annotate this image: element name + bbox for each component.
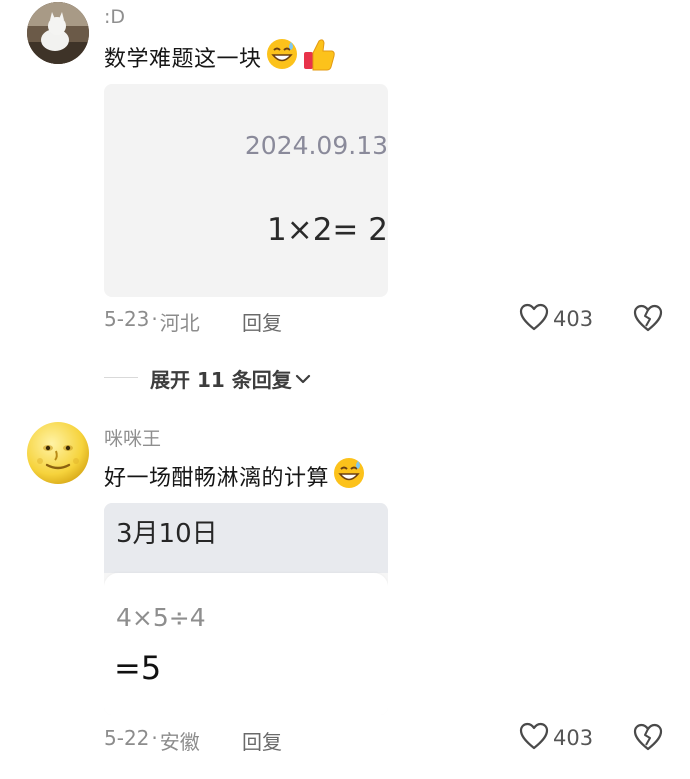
cat-avatar-image: [27, 2, 89, 64]
expand-divider: [104, 377, 138, 378]
reply-button[interactable]: 回复: [242, 307, 282, 336]
meta-separator: ·: [151, 726, 158, 750]
comment-location: 安徽: [159, 730, 200, 754]
image-body: 4×5÷4 =5: [104, 573, 388, 715]
comment-location: 河北: [159, 311, 200, 335]
image-result-text: =5: [114, 649, 162, 687]
comment-date: 5-22: [104, 726, 150, 750]
like-count: 403: [553, 307, 594, 331]
comment-username[interactable]: :D: [104, 6, 125, 28]
dislike-button[interactable]: [633, 722, 663, 756]
moon-face-avatar-image: [27, 422, 89, 484]
image-expression-text: 4×5÷4: [116, 603, 206, 632]
thumbs-up-icon: [302, 36, 336, 78]
image-equation-text: 1×2= 2: [267, 212, 388, 248]
comment-meta: 5-22 · 安徽: [104, 726, 200, 755]
image-header: 3月10日: [104, 503, 388, 573]
heart-icon: [519, 722, 549, 754]
broken-heart-icon: [633, 723, 663, 756]
expand-replies-label: 展开 11 条回复: [150, 368, 292, 392]
comment-image[interactable]: 2024.09.13 1×2= 2: [104, 84, 388, 297]
grinning-sweat-icon: [265, 37, 299, 77]
heart-icon: [519, 303, 549, 335]
image-date-text: 3月10日: [116, 519, 218, 549]
dislike-button[interactable]: [633, 303, 663, 337]
comment-body: 数学难题这一块: [104, 37, 336, 77]
comment-text: 数学难题这一块: [104, 47, 262, 72]
like-count: 403: [553, 726, 594, 750]
like-button[interactable]: 403: [519, 303, 593, 335]
user-avatar[interactable]: [26, 421, 90, 485]
meta-separator: ·: [151, 307, 158, 331]
broken-heart-icon: [633, 304, 663, 337]
comment-text: 好一场酣畅淋漓的计算: [104, 466, 330, 491]
comment-body: 好一场酣畅淋漓的计算: [104, 456, 366, 496]
user-avatar[interactable]: [27, 2, 89, 64]
comment-username[interactable]: 咪咪王: [104, 424, 161, 451]
chevron-down-icon: [295, 373, 311, 385]
reply-button[interactable]: 回复: [242, 726, 282, 755]
expand-replies-button[interactable]: 展开 11 条回复: [150, 364, 311, 393]
image-date-text: 2024.09.13: [244, 131, 388, 160]
comment-image[interactable]: 3月10日 4×5÷4 =5: [104, 503, 388, 715]
comment-date: 5-23: [104, 307, 150, 331]
comment-meta: 5-23 · 河北: [104, 307, 200, 336]
like-button[interactable]: 403: [519, 722, 593, 754]
grinning-sweat-icon: [332, 456, 366, 496]
